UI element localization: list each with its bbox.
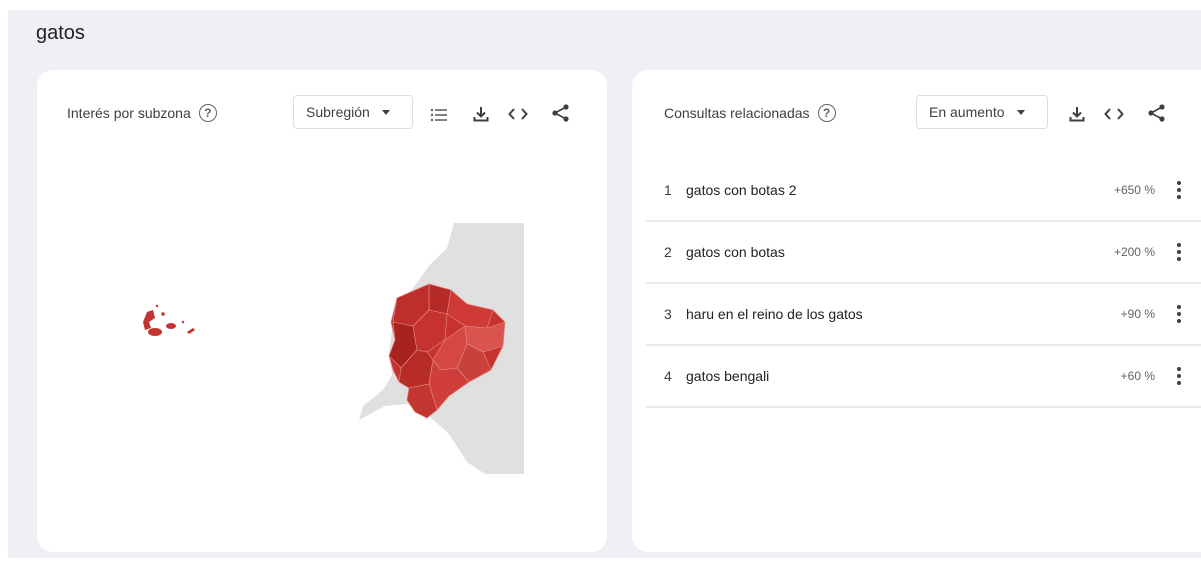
query-value: +650 % — [1113, 183, 1155, 197]
query-value: +60 % — [1120, 369, 1155, 383]
embed-code-icon[interactable] — [1103, 103, 1125, 125]
related-queries-card: Consultas relacionadas ? En aumento 1 ga… — [632, 70, 1201, 552]
search-term-title: gatos — [36, 22, 85, 44]
query-rank: 3 — [664, 306, 672, 322]
query-text[interactable]: gatos con botas 2 — [686, 182, 1114, 198]
list-item[interactable]: 3 haru en el reino de los gatos +90 % — [646, 284, 1201, 346]
list-item[interactable]: 2 gatos con botas +200 % — [646, 222, 1201, 284]
related-queries-filter-select[interactable]: En aumento — [916, 95, 1048, 129]
list-item[interactable]: 1 gatos con botas 2 +650 % — [646, 160, 1201, 222]
query-value: +200 % — [1113, 245, 1155, 259]
more-vert-icon[interactable] — [1169, 365, 1189, 387]
query-rank: 1 — [664, 182, 672, 198]
related-queries-title: Consultas relacionadas — [664, 105, 810, 121]
query-rank: 4 — [664, 368, 672, 384]
more-vert-icon[interactable] — [1169, 241, 1189, 263]
download-icon[interactable] — [1066, 103, 1088, 125]
interest-by-subregion-card: Interés por subzona ? Subregión — [37, 70, 607, 552]
help-circle-icon[interactable]: ? — [817, 104, 836, 122]
share-icon[interactable] — [1146, 102, 1168, 124]
chevron-down-icon — [1016, 109, 1025, 115]
related-queries-list: 1 gatos con botas 2 +650 % 2 gatos con b… — [646, 160, 1201, 408]
related-queries-header: Consultas relacionadas ? — [664, 104, 836, 122]
subregion-choropleth-map — [143, 223, 524, 474]
query-value: +90 % — [1120, 307, 1155, 321]
query-text[interactable]: gatos bengali — [686, 368, 1121, 384]
filter-select-value: En aumento — [929, 104, 1005, 120]
more-vert-icon[interactable] — [1169, 179, 1189, 201]
more-vert-icon[interactable] — [1169, 303, 1189, 325]
query-text[interactable]: gatos con botas — [686, 244, 1114, 260]
galapagos-islands — [143, 304, 195, 336]
list-item[interactable]: 4 gatos bengali +60 % — [646, 346, 1201, 408]
query-text[interactable]: haru en el reino de los gatos — [686, 306, 1121, 322]
query-rank: 2 — [664, 244, 672, 260]
